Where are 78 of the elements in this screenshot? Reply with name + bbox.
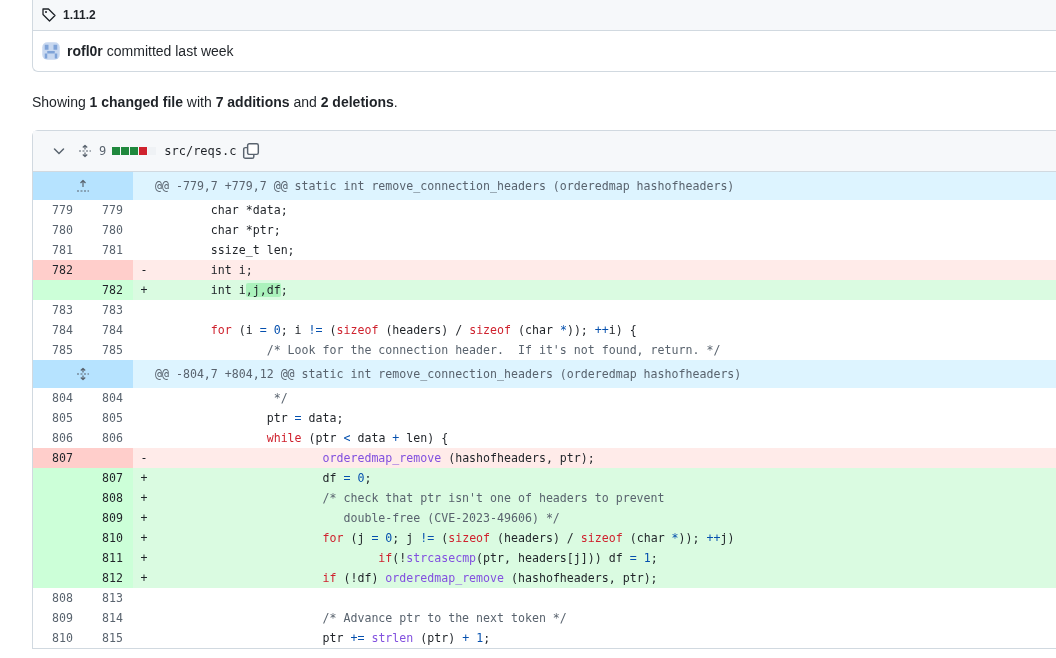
line-number: 804 — [101, 390, 124, 407]
line-number: 805 — [51, 410, 74, 427]
line-number: 784 — [101, 322, 124, 339]
line-number: 779 — [51, 202, 74, 219]
diff-summary: Showing 1 changed file with 7 additions and 2 deletions. — [32, 94, 399, 110]
code-line: ptr += strlen (ptr) + 1; — [321, 630, 492, 647]
code-line: if (!df) orderedmap_remove (hashofheaders, ptr); — [321, 570, 659, 587]
line-number: 780 — [101, 222, 124, 239]
code-line: while (ptr < data + len) { — [265, 430, 450, 447]
line-number: 809 — [51, 610, 74, 627]
diff-marker: + — [139, 530, 149, 547]
commit-time-text: committed last week — [106, 43, 234, 59]
line-number: 806 — [101, 430, 124, 447]
diff-marker: + — [139, 470, 149, 487]
hunk-header: @@ -779,7 +779,7 @@ static int remove_connection_headers (orderedmap hashofheaders) — [154, 178, 735, 195]
code-line: for (i = 0; i != (sizeof (headers) / sizeof (char *)); ++i) { — [209, 322, 638, 339]
line-number: 809 — [83, 508, 133, 528]
code-line: /* Advance ptr to the next token */ — [321, 610, 568, 627]
code-line: char *ptr; — [209, 222, 282, 239]
change-count: 9 — [99, 144, 107, 158]
line-number: 811 — [83, 548, 133, 568]
avatar-icon — [41, 41, 61, 61]
line-number: 807 — [83, 468, 133, 488]
diff-marker: - — [139, 262, 149, 279]
line-number: 815 — [101, 630, 124, 647]
expand-icon — [75, 366, 91, 382]
line-number: 805 — [101, 410, 124, 427]
code-line: for (j = 0; j != (sizeof (headers) / sizeof (char *)); ++j) — [321, 530, 736, 547]
line-number-gap — [83, 448, 133, 468]
author-link[interactable]: rofl0r — [67, 43, 103, 59]
tag-link[interactable]: 1.11.2 — [63, 8, 96, 22]
line-number: 783 — [101, 302, 124, 319]
diff-marker: - — [139, 450, 149, 467]
line-number-gap — [83, 260, 133, 280]
line-number: 806 — [51, 430, 74, 447]
diff-marker: + — [139, 490, 149, 507]
line-number: 813 — [101, 590, 124, 607]
line-number: 780 — [51, 222, 74, 239]
code-line: ssize_t len; — [209, 242, 296, 259]
code-line: ptr = data; — [265, 410, 345, 427]
code-line: */ — [272, 390, 289, 407]
line-number: 810 — [83, 528, 133, 548]
diff-marker: + — [139, 570, 149, 587]
line-number: 808 — [51, 590, 74, 607]
line-number: 810 — [51, 630, 74, 647]
line-number-gap — [33, 280, 83, 300]
line-number: 783 — [51, 302, 74, 319]
line-number: 782 — [33, 260, 83, 280]
line-number: 785 — [51, 342, 74, 359]
line-number: 808 — [83, 488, 133, 508]
hunk-header: @@ -804,7 +804,12 @@ static int remove_connection_headers (orderedmap hashofheaders) — [154, 366, 742, 383]
expand-icon[interactable] — [77, 143, 93, 159]
line-number: 814 — [101, 610, 124, 627]
line-number: 812 — [83, 568, 133, 588]
copy-icon[interactable] — [242, 142, 261, 160]
file-path[interactable]: src/reqs.c — [164, 144, 237, 158]
code-line: df = 0; — [321, 470, 373, 487]
code-line: int i; — [209, 262, 254, 279]
line-number: 781 — [51, 242, 74, 259]
line-number: 779 — [101, 202, 124, 219]
code-line: /* check that ptr isn't one of headers to prevent — [321, 490, 666, 507]
code-line: char *data; — [209, 202, 289, 219]
expand-up-icon — [75, 178, 91, 194]
line-number: 784 — [51, 322, 74, 339]
diff-marker: + — [139, 510, 149, 527]
line-number: 785 — [101, 342, 124, 359]
line-number: 804 — [51, 390, 74, 407]
line-number: 807 — [33, 448, 83, 468]
code-line: int i,j,df; — [209, 282, 289, 299]
code-line: orderedmap_remove (hashofheaders, ptr); — [321, 450, 596, 467]
code-line: /* Look for the connection header. If it's not found, return. */ — [265, 342, 722, 359]
line-number: 781 — [101, 242, 124, 259]
tag-icon — [41, 7, 57, 23]
diff-marker: + — [139, 550, 149, 567]
code-line: if(!strcasecmp(ptr, headers[j])) df = 1; — [377, 550, 659, 567]
line-number: 782 — [83, 280, 133, 300]
code-line: double-free (CVE-2023-49606) */ — [342, 510, 561, 527]
diff-marker: + — [139, 282, 149, 299]
